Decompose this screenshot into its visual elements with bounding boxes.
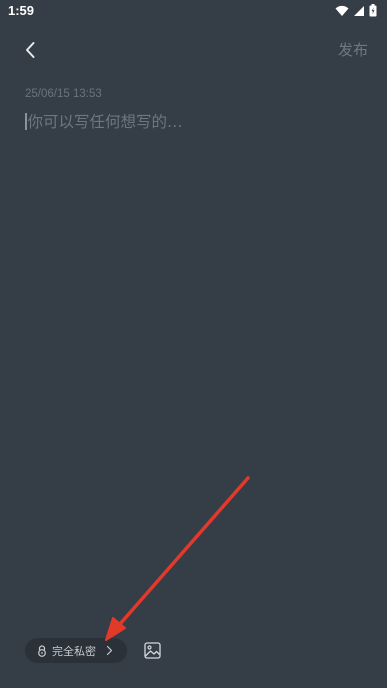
back-arrow-icon <box>26 42 35 58</box>
editor-placeholder: 你可以写任何想写的… <box>27 113 183 131</box>
image-icon <box>143 641 161 659</box>
publish-button[interactable]: 发布 <box>338 39 368 60</box>
chevron-right-icon <box>106 645 113 656</box>
status-time: 1:59 <box>8 3 35 18</box>
insert-image-button[interactable] <box>142 640 162 660</box>
status-bar: 1:59 <box>0 0 387 24</box>
wifi-icon <box>335 5 349 16</box>
privacy-label: 完全私密 <box>52 644 96 658</box>
privacy-selector[interactable]: 完全私密 <box>25 638 127 663</box>
bottom-toolbar: 完全私密 <box>0 638 387 664</box>
top-bar: 发布 <box>0 30 387 70</box>
entry-timestamp: 25/06/15 13:53 <box>25 88 102 100</box>
text-cursor <box>25 113 27 130</box>
content-editor[interactable]: 你可以写任何想写的… <box>25 111 365 581</box>
back-button[interactable] <box>18 38 42 62</box>
battery-icon <box>369 4 377 17</box>
signal-icon <box>354 5 364 16</box>
lock-icon <box>38 644 46 657</box>
status-icons <box>335 4 377 17</box>
